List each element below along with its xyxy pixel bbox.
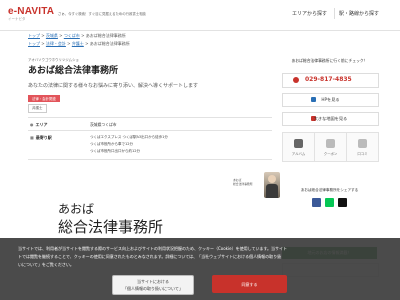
x-twitter-icon[interactable]: [338, 198, 347, 207]
station-label: ■ 最寄り駅: [30, 135, 52, 140]
hero-image: あおば 総合法律事務所 あおば 総合法律事務所: [28, 172, 280, 242]
area-search-button[interactable]: エリアから探す: [288, 8, 331, 19]
breadcrumb-link[interactable]: トップ: [28, 41, 40, 46]
facebook-icon[interactable]: [312, 198, 321, 207]
logo-subtext: イーナビタ: [8, 17, 26, 21]
area-label: ● エリア: [30, 122, 48, 127]
camera-icon: [294, 139, 303, 148]
privacy-button-line2: 「個人情報の取り扱いについて」: [123, 286, 183, 291]
breadcrumb-link[interactable]: トップ: [28, 33, 40, 38]
hero-title-line1: あおば: [58, 202, 95, 216]
area-value: 茨城県つくば市: [90, 122, 117, 127]
station-row: ■ 最寄り駅 つくばエクスプレス つくば駅A3出口から徒歩1分 つくば市役所から車…: [28, 130, 272, 160]
station-line: つくば市役所口出口から約12分: [90, 149, 140, 153]
phone-number[interactable]: 029-817-4835: [305, 76, 352, 83]
review-label: 口コミ: [357, 152, 368, 156]
breadcrumb-category: トップ > 法律・会計 > 弁護士 > あおば総合法律事務所: [28, 41, 130, 46]
service-tag[interactable]: 弁護士: [28, 104, 47, 113]
agree-button-label: 同意する: [241, 282, 258, 287]
logo-text: e-NAVITA: [8, 6, 55, 17]
page-title: あおば総合法律事務所: [28, 66, 119, 76]
cookie-text-line: トでは閲覧を継続することで、クッキーの使用に同意されたものとみなされます。詳細に…: [18, 254, 282, 259]
area-row: ● エリア 茨城県つくば市: [28, 117, 272, 128]
large-map-button[interactable]: 大きな地図を見る: [282, 112, 379, 126]
coupon-icon: [326, 139, 335, 148]
hero-small-caption: あおば 総合法律事務所: [233, 178, 253, 186]
share-heading: あおば総合法律事務所をシェアする: [300, 188, 359, 192]
category-badge: 法律・会計関連: [28, 95, 60, 102]
phone-icon: [293, 77, 299, 83]
breadcrumb-link[interactable]: つくば市: [64, 33, 80, 38]
pin-icon: ●: [30, 122, 34, 127]
feature-icon-grid: アルバム クーポン 口コミ: [282, 132, 379, 162]
station-line: つくばエクスプレス つくば駅A3出口から徒歩1分: [90, 135, 168, 139]
album-tile[interactable]: アルバム: [282, 132, 315, 162]
phone-number-box[interactable]: 029-817-4835: [282, 73, 379, 88]
cookie-consent-banner: 当サイトでは、利用者が当サイトを閲覧する際のサービス向上およびサイトの利用状況把…: [0, 238, 400, 300]
large-map-button-label: 大きな地図を見る: [313, 116, 348, 121]
lawyer-photo: [264, 172, 280, 198]
listing-lead: あなたの法律に関する様々なお悩みに寄り添い、解決へ導くサポートします: [28, 83, 199, 89]
listing-kana: アオバソウゴウホウリツジムショ: [28, 58, 79, 62]
site-tagline: さぁ、今すぐ検索！すぐ目に見据えるための行政書士相談: [58, 12, 146, 16]
breadcrumb-current: あおば総合法律事務所: [89, 41, 130, 46]
privacy-policy-button[interactable]: 当サイトにおける 「個人情報の取り扱いについて」: [112, 275, 194, 295]
sidebar-heading: あおば総合法律事務所に行く前にチェック！: [291, 58, 368, 63]
station-search-button[interactable]: 駅・路線から探す: [334, 8, 383, 19]
station-line: つくば市役所から車で12分: [90, 142, 133, 146]
train-icon: ■: [30, 135, 34, 140]
breadcrumb-link[interactable]: 法律・会計: [46, 41, 66, 46]
cookie-text-line: いについて」をご覧ください。: [18, 262, 74, 267]
breadcrumb-area: トップ > 茨城県 > つくば市 > あおば総合法律事務所: [28, 33, 126, 38]
comment-icon: [358, 139, 367, 148]
cookie-text-line: 当サイトでは、利用者が当サイトを閲覧する際のサービス向上およびサイトの利用状況把…: [18, 246, 288, 251]
coupon-tile: クーポン: [314, 132, 347, 162]
coupon-label: クーポン: [323, 152, 338, 156]
site-logo[interactable]: e-NAVITA イーナビタ: [8, 6, 55, 22]
privacy-button-line1: 当サイトにおける: [137, 279, 169, 284]
breadcrumb-current: あおば総合法律事務所: [85, 33, 126, 38]
line-icon[interactable]: [325, 198, 334, 207]
review-tile: 口コミ: [346, 132, 379, 162]
album-label: アルバム: [291, 152, 306, 156]
hero-title-line2: 総合法律事務所: [58, 218, 164, 236]
homepage-button-label: HPを見る: [321, 97, 340, 102]
agree-button[interactable]: 同意する: [212, 275, 287, 293]
homepage-button[interactable]: HPを見る: [282, 93, 379, 107]
breadcrumb-link[interactable]: 茨城県: [46, 33, 58, 38]
site-header: e-NAVITA イーナビタ さぁ、今すぐ検索！すぐ目に見据えるための行政書士相…: [0, 0, 400, 31]
breadcrumb-link[interactable]: 弁護士: [72, 41, 84, 46]
